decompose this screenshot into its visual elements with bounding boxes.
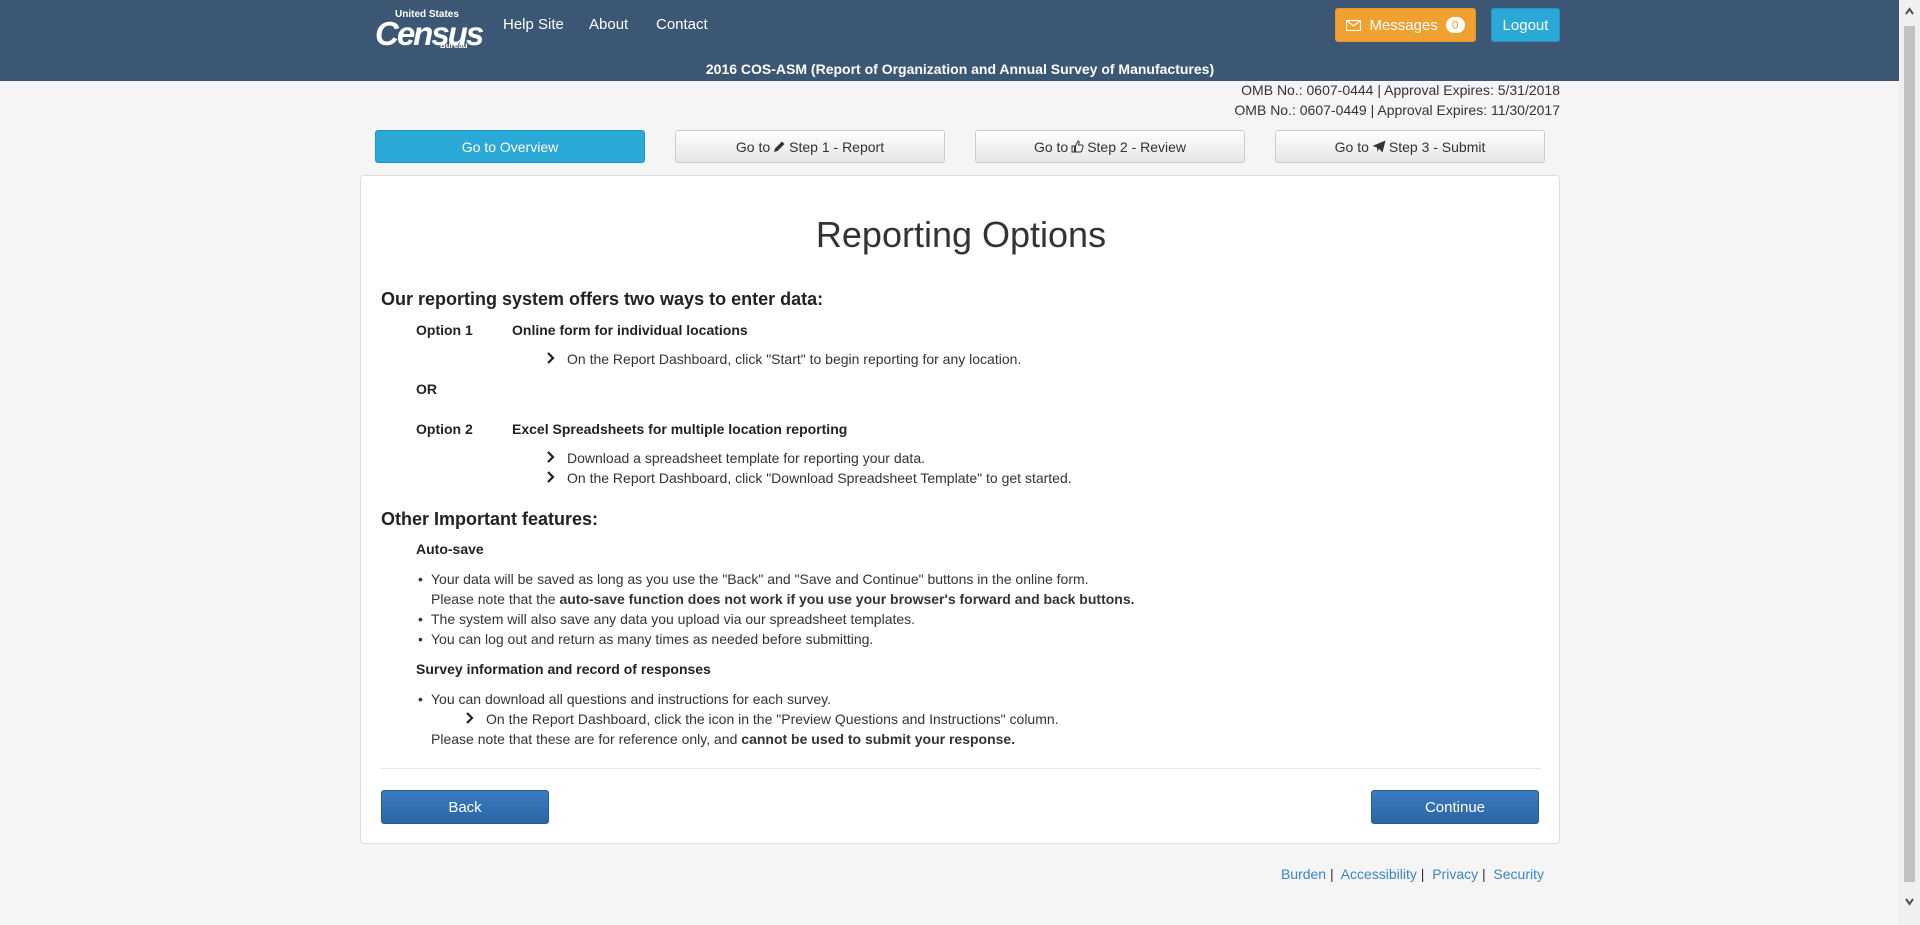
option1-title: Online form for individual locations — [512, 322, 748, 338]
step3-label: Step 3 - Submit — [1388, 138, 1486, 155]
survey-info-bullet-1: You can download all questions and instr… — [431, 691, 832, 707]
messages-button[interactable]: Messages 0 — [1335, 8, 1476, 42]
option2-item-1: Download a spreadsheet template for repo… — [567, 450, 925, 466]
chevron-right-icon — [466, 712, 474, 724]
footer-link-burden[interactable]: Burden — [1281, 866, 1326, 882]
survey-info-sub: On the Report Dashboard, click the icon … — [486, 711, 1059, 727]
envelope-icon — [1346, 19, 1362, 31]
go-to-step3-button[interactable]: Go to Step 3 - Submit — [1275, 130, 1545, 163]
footer-links: Burden | Accessibility | Privacy | Secur… — [1280, 866, 1544, 882]
goto-label: Go to — [1334, 138, 1369, 155]
step2-label: Step 2 - Review — [1087, 138, 1187, 155]
goto-label: Go to — [735, 138, 771, 155]
chevron-right-icon — [547, 352, 555, 364]
survey-info-note: Please note that these are for reference… — [431, 731, 1015, 747]
option2-title: Excel Spreadsheets for multiple location… — [512, 421, 848, 437]
bullet: • — [418, 691, 423, 707]
autosave-title: Auto-save — [416, 541, 484, 557]
autosave-note-prefix: Please note that the — [431, 591, 560, 607]
pencil-icon — [774, 141, 785, 152]
autosave-note-bold: auto-save function does not work if you … — [559, 591, 1135, 607]
paper-plane-icon — [1372, 140, 1386, 153]
scroll-down-icon[interactable] — [1904, 896, 1915, 907]
footer-link-security[interactable]: Security — [1493, 866, 1544, 882]
continue-button[interactable]: Continue — [1371, 790, 1539, 824]
thumbs-up-icon — [1071, 140, 1084, 153]
autosave-bullet-3: You can log out and return as many times… — [431, 631, 874, 647]
survey-info-note-bold: cannot be used to submit your response. — [741, 731, 1016, 747]
omb-line-1: OMB No.: 0607-0444 | Approval Expires: 5… — [1241, 82, 1560, 98]
survey-info-title: Survey information and record of respons… — [416, 661, 711, 677]
survey-title: 2016 COS-ASM (Report of Organization and… — [705, 61, 1215, 77]
nav-about[interactable]: About — [589, 16, 628, 33]
goto-label: Go to — [1033, 138, 1069, 155]
omb-line-2: OMB No.: 0607-0449 | Approval Expires: 1… — [1234, 102, 1560, 118]
reporting-options-panel: Reporting Options Our reporting system o… — [360, 175, 1560, 844]
bullet: • — [418, 571, 423, 587]
scroll-up-icon[interactable] — [1904, 6, 1915, 17]
nav-contact[interactable]: Contact — [656, 16, 708, 33]
or-label: OR — [416, 381, 437, 397]
autosave-note: Please note that the auto-save function … — [431, 591, 1135, 607]
go-to-step2-button[interactable]: Go to Step 2 - Review — [975, 130, 1245, 163]
chevron-right-icon — [547, 471, 555, 483]
step1-label: Step 1 - Report — [789, 138, 885, 155]
vertical-scrollbar[interactable] — [1899, 0, 1920, 925]
footer-link-privacy[interactable]: Privacy — [1432, 866, 1478, 882]
autosave-bullet-2: The system will also save any data you u… — [431, 611, 916, 627]
option2-label: Option 2 — [416, 421, 473, 437]
logo-line3: Bureau — [440, 41, 468, 50]
logout-button[interactable]: Logout — [1491, 8, 1560, 42]
go-to-step1-button[interactable]: Go to Step 1 - Report — [675, 130, 945, 163]
messages-label: Messages — [1369, 16, 1438, 34]
footer-link-accessibility[interactable]: Accessibility — [1341, 866, 1417, 882]
option2-item-2: On the Report Dashboard, click "Download… — [567, 470, 1072, 486]
option1-label: Option 1 — [416, 322, 473, 338]
overview-label: Go to Overview — [461, 138, 559, 155]
autosave-bullet-1: Your data will be saved as long as you u… — [431, 571, 1089, 587]
intro-heading: Our reporting system offers two ways to … — [381, 289, 824, 309]
nav-help-site[interactable]: Help Site — [503, 16, 564, 33]
divider — [381, 768, 1541, 769]
go-to-overview-button[interactable]: Go to Overview — [375, 130, 645, 163]
top-header: United States Census Bureau Help Site Ab… — [0, 0, 1899, 81]
features-heading: Other Important features: — [381, 509, 599, 529]
option1-item: On the Report Dashboard, click "Start" t… — [567, 351, 1022, 367]
bullet: • — [418, 611, 423, 627]
chevron-right-icon — [547, 451, 555, 463]
back-button[interactable]: Back — [381, 790, 549, 824]
census-logo[interactable]: United States Census Bureau — [375, 9, 484, 53]
page-title: Reporting Options — [815, 214, 1107, 255]
messages-count-badge: 0 — [1445, 17, 1465, 33]
scrollbar-thumb[interactable] — [1904, 26, 1915, 882]
survey-info-note-prefix: Please note that these are for reference… — [431, 731, 742, 747]
bullet: • — [418, 631, 423, 647]
